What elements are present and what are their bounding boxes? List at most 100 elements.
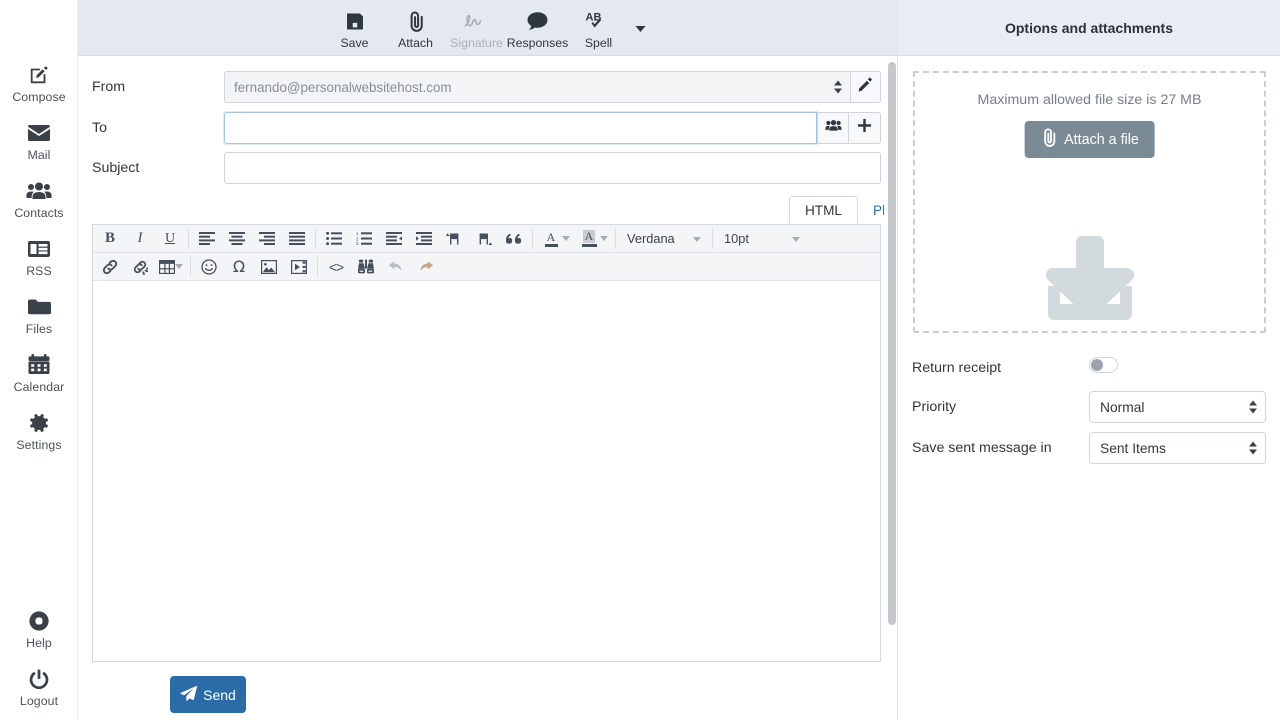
align-right-icon xyxy=(259,232,275,245)
edit-identity-button[interactable] xyxy=(850,71,881,103)
options-and-attachments-panel: Options and attachments Maximum allowed … xyxy=(897,0,1280,720)
sidebar-item-label: Compose xyxy=(12,90,66,104)
special-character-button[interactable]: Ω xyxy=(224,254,254,280)
image-icon xyxy=(261,259,277,274)
sidebar-item-rss[interactable]: RSS xyxy=(0,236,78,278)
to-input[interactable] xyxy=(224,112,817,144)
blockquote-icon xyxy=(506,233,522,244)
align-justify-button[interactable] xyxy=(282,226,312,252)
return-receipt-row: Return receipt xyxy=(898,352,1280,384)
undo-icon xyxy=(388,260,402,271)
insert-link-button[interactable] xyxy=(95,254,125,280)
align-justify-icon xyxy=(289,232,305,245)
toolbar-more-button[interactable] xyxy=(629,0,651,56)
sidebar-item-logout[interactable]: Logout xyxy=(0,666,78,708)
table-dropdown-caret-icon[interactable] xyxy=(175,264,183,269)
remove-link-button[interactable] xyxy=(125,254,155,280)
emoji-icon xyxy=(201,258,217,275)
find-replace-button[interactable] xyxy=(351,254,381,280)
save-sent-label: Save sent message in xyxy=(912,440,1052,456)
sidebar-item-help[interactable]: Help xyxy=(0,608,78,650)
message-body-editor[interactable] xyxy=(93,281,880,661)
align-left-button[interactable] xyxy=(192,226,222,252)
save-sent-value: Sent Items xyxy=(1100,440,1166,456)
attach-label: Attach xyxy=(398,36,433,50)
sidebar-item-label: Settings xyxy=(16,438,62,452)
sidebar-item-settings[interactable]: Settings xyxy=(0,410,78,452)
priority-label: Priority xyxy=(912,399,957,415)
scrollbar-thumb[interactable] xyxy=(888,62,896,625)
attachment-dropzone[interactable]: Maximum allowed file size is 27 MB Attac… xyxy=(913,71,1266,333)
editor-toolbar-row-1: B I U 1 2 3 A A Verdana 10pt xyxy=(93,225,880,253)
insert-image-button[interactable] xyxy=(254,254,284,280)
sidebar-item-files[interactable]: Files xyxy=(0,294,78,336)
save-icon xyxy=(345,9,364,33)
background-color-dropdown-caret-icon[interactable] xyxy=(600,236,608,241)
unordered-list-button[interactable] xyxy=(319,226,349,252)
paragraph-rtl-button[interactable] xyxy=(469,226,499,252)
undo-button[interactable] xyxy=(381,254,411,280)
paper-plane-icon xyxy=(180,685,198,705)
divider xyxy=(188,228,189,249)
sidebar-item-calendar[interactable]: Calendar xyxy=(0,352,78,394)
contacts-icon xyxy=(0,178,78,204)
blockquote-button[interactable] xyxy=(499,226,529,252)
from-select[interactable]: fernando@personalwebsitehost.com xyxy=(224,71,851,103)
priority-select[interactable]: Normal xyxy=(1089,391,1266,423)
align-right-button[interactable] xyxy=(252,226,282,252)
compose-form: From fernando@personalwebsitehost.com To… xyxy=(78,57,897,720)
sidebar-item-label: Help xyxy=(26,636,52,650)
subject-input[interactable] xyxy=(224,152,881,184)
signature-icon xyxy=(464,9,490,33)
insert-video-button[interactable] xyxy=(284,254,314,280)
ordered-list-button[interactable]: 1 2 3 xyxy=(349,226,379,252)
paragraph-ltr-button[interactable] xyxy=(439,226,469,252)
tab-html[interactable]: HTML xyxy=(789,196,858,224)
video-icon xyxy=(291,259,307,274)
chevron-down-icon xyxy=(635,26,645,32)
font-family-select[interactable]: Verdana xyxy=(619,226,709,252)
return-receipt-label: Return receipt xyxy=(912,360,1002,376)
options-panel-title: Options and attachments xyxy=(898,0,1280,56)
font-size-select[interactable]: 10pt xyxy=(716,226,808,252)
attach-a-file-button[interactable]: Attach a file xyxy=(1024,121,1155,158)
subject-control xyxy=(224,152,881,184)
sidebar-item-label: Mail xyxy=(27,148,51,162)
font-color-dropdown-caret-icon[interactable] xyxy=(562,236,570,241)
from-row: From fernando@personalwebsitehost.com xyxy=(78,71,881,103)
add-recipient-button[interactable] xyxy=(849,112,881,144)
sidebar-item-compose[interactable]: Compose xyxy=(0,62,78,104)
send-label: Send xyxy=(203,686,236,703)
to-label: To xyxy=(92,120,107,136)
editor-format-tabs: HTML Plain text xyxy=(78,196,897,224)
insert-emoji-button[interactable] xyxy=(194,254,224,280)
save-sent-select[interactable]: Sent Items xyxy=(1089,432,1266,464)
indent-button[interactable] xyxy=(409,226,439,252)
spell-button[interactable]: AB Spell xyxy=(568,0,629,56)
send-button[interactable]: Send xyxy=(170,676,246,713)
font-family-value: Verdana xyxy=(627,231,675,246)
source-code-button[interactable]: <> xyxy=(321,254,351,280)
mail-icon xyxy=(0,120,78,146)
to-contacts-button[interactable] xyxy=(817,112,849,144)
italic-button[interactable]: I xyxy=(125,226,155,252)
responses-button[interactable]: Responses xyxy=(507,0,568,56)
compose-scrollbar[interactable] xyxy=(884,57,897,720)
outdent-button[interactable] xyxy=(379,226,409,252)
redo-button[interactable] xyxy=(411,254,441,280)
save-button[interactable]: Save xyxy=(324,0,385,56)
background-color-icon: A xyxy=(581,230,597,247)
spellcheck-icon: AB xyxy=(586,9,612,33)
align-center-button[interactable] xyxy=(222,226,252,252)
sidebar-item-mail[interactable]: Mail xyxy=(0,120,78,162)
attach-button[interactable]: Attach xyxy=(385,0,446,56)
unlink-icon xyxy=(133,260,148,275)
sidebar-item-label: Calendar xyxy=(13,380,65,394)
divider xyxy=(712,228,713,249)
bold-icon: B xyxy=(104,230,115,246)
sidebar-item-contacts[interactable]: Contacts xyxy=(0,178,78,220)
underline-button[interactable]: U xyxy=(155,226,185,252)
return-receipt-toggle[interactable] xyxy=(1089,357,1118,373)
priority-value: Normal xyxy=(1100,399,1145,415)
bold-button[interactable]: B xyxy=(95,226,125,252)
